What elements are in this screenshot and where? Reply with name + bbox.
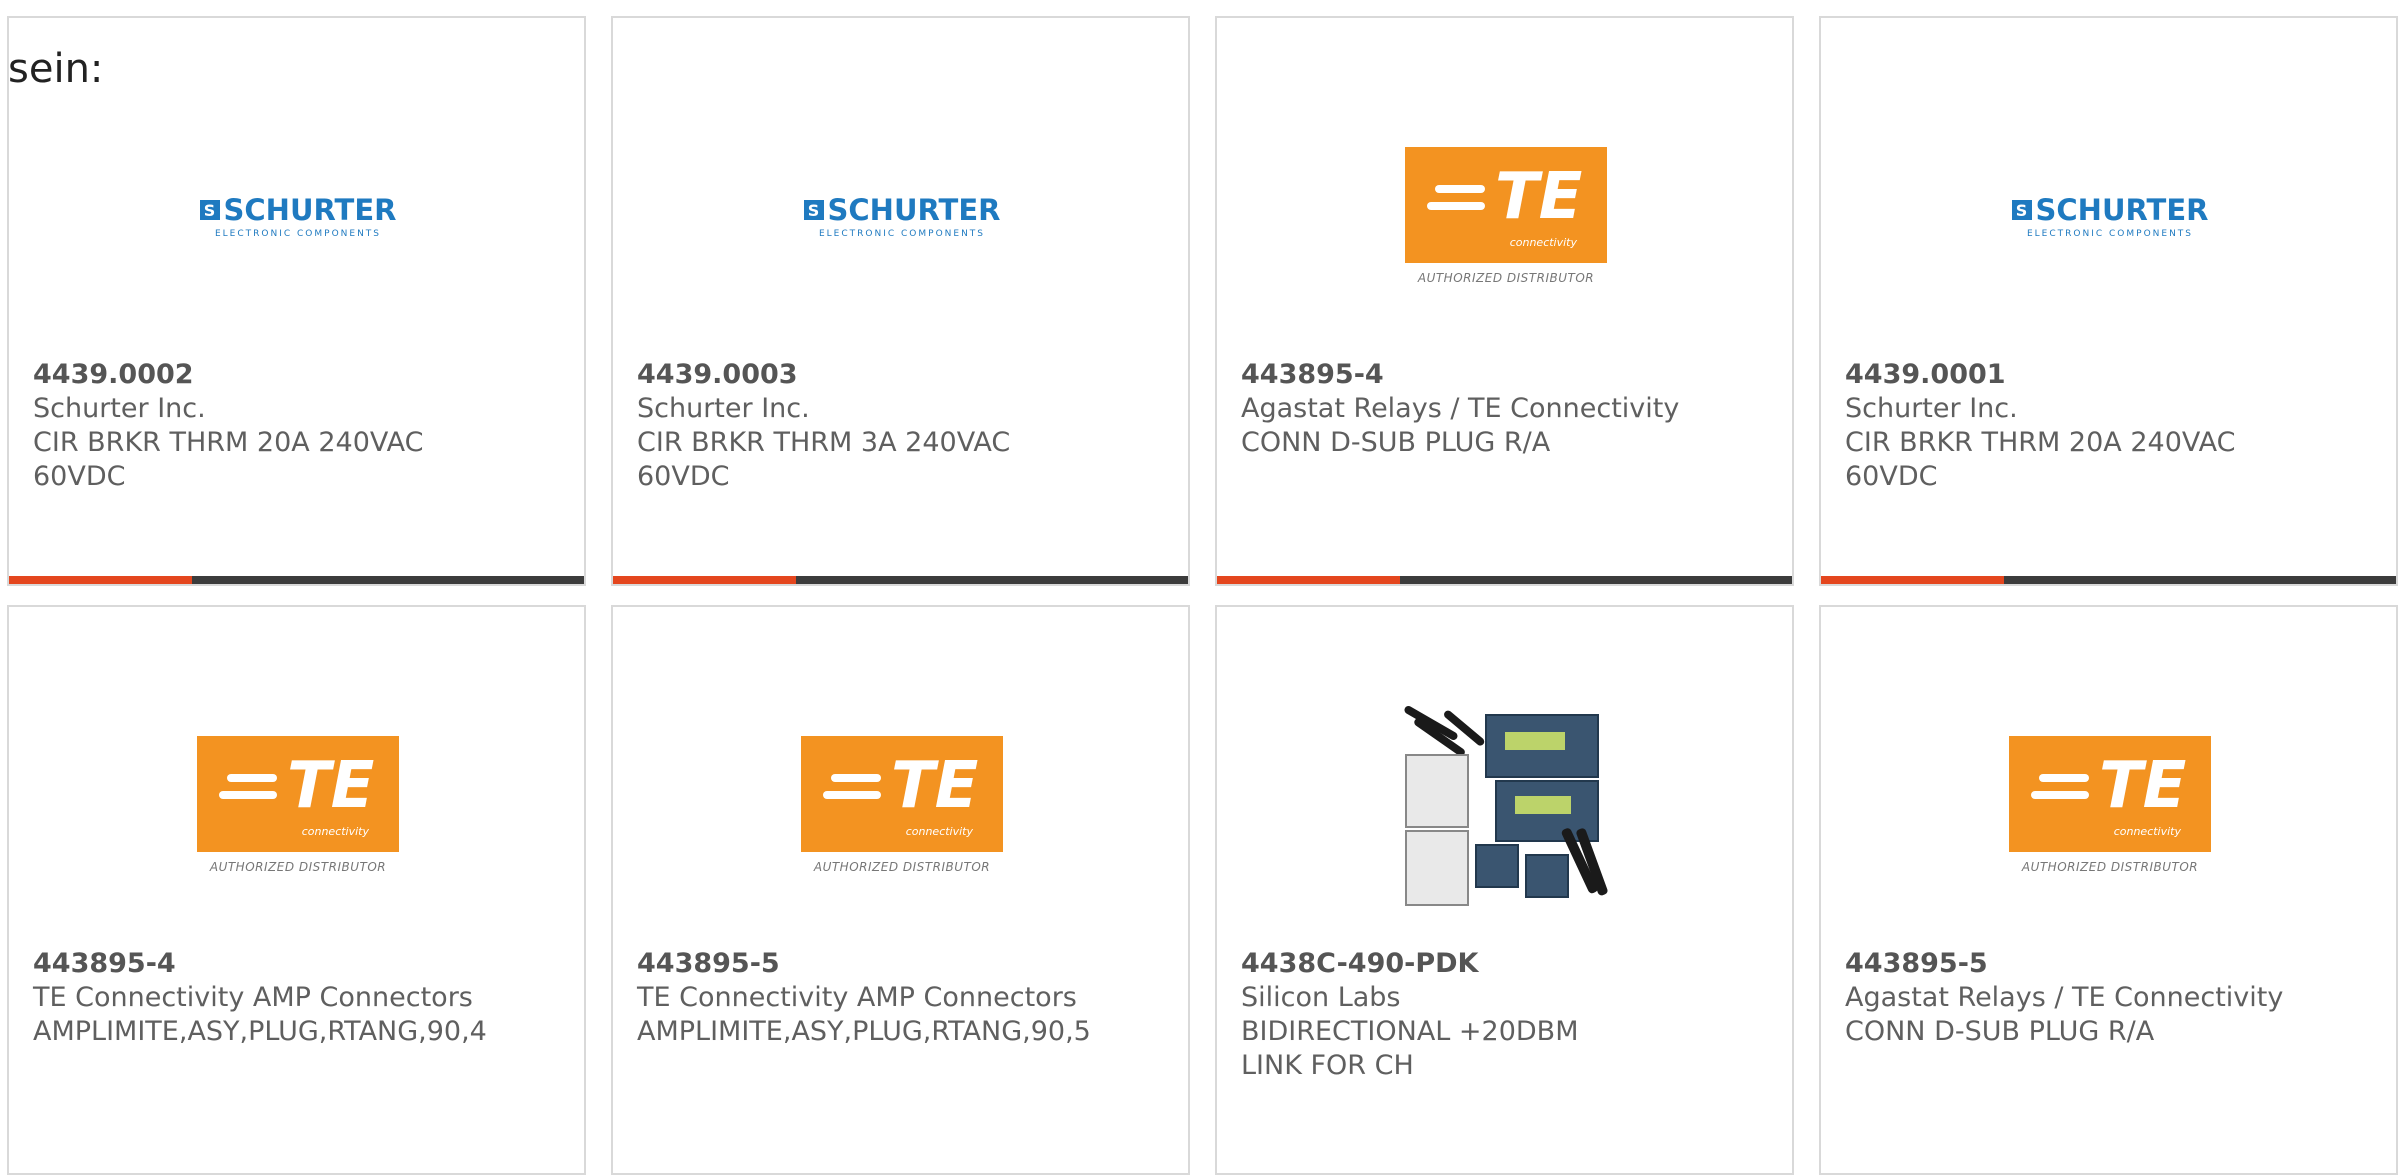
- te-connectivity-logo: TE connectivity AUTHORIZED DISTRIBUTOR: [801, 736, 1003, 874]
- product-card[interactable]: TE connectivity AUTHORIZED DISTRIBUTOR 4…: [7, 605, 586, 1175]
- te-authorized-text: AUTHORIZED DISTRIBUTOR: [813, 860, 991, 874]
- card-bottom-bar: [1821, 576, 2396, 584]
- product-info: 443895-4 TE Connectivity AMP Connectors AM…: [33, 947, 560, 1049]
- schurter-logo: S SCHURTER ELECTRONIC COMPONENTS: [197, 193, 399, 239]
- schurter-subtitle: ELECTRONIC COMPONENTS: [2026, 229, 2194, 239]
- te-connectivity-logo: TE connectivity AUTHORIZED DISTRIBUTOR: [197, 736, 399, 874]
- product-description: BIDIRECTIONAL +20DBM LINK FOR CH: [1241, 1016, 1579, 1081]
- dev-kit-photo: [1403, 704, 1609, 906]
- te-authorized-text: AUTHORIZED DISTRIBUTOR: [2021, 860, 2199, 874]
- manufacturer-name: Schurter Inc.: [33, 393, 206, 424]
- product-grid: S SCHURTER ELECTRONIC COMPONENTS 4439.00…: [7, 16, 2398, 1175]
- schurter-subtitle: ELECTRONIC COMPONENTS: [818, 229, 986, 239]
- manufacturer-name: Schurter Inc.: [637, 393, 810, 424]
- product-info: 4439.0002 Schurter Inc. CIR BRKR THRM 20A …: [33, 358, 560, 494]
- product-info: 443895-4 Agastat Relays / TE Connectivity…: [1241, 358, 1768, 460]
- te-authorized-text: AUTHORIZED DISTRIBUTOR: [209, 860, 387, 874]
- schurter-mark-icon: S: [199, 200, 220, 220]
- manufacturer-name: Agastat Relays / TE Connectivity: [1845, 982, 2284, 1013]
- part-number-link[interactable]: 443895-4: [33, 947, 560, 981]
- product-card[interactable]: S SCHURTER ELECTRONIC COMPONENTS 4439.00…: [611, 16, 1190, 586]
- part-number-link[interactable]: 443895-4: [1241, 358, 1768, 392]
- schurter-subtitle: ELECTRONIC COMPONENTS: [214, 229, 382, 239]
- product-card[interactable]: S SCHURTER ELECTRONIC COMPONENTS 4439.00…: [1819, 16, 2398, 586]
- intro-text: sein:: [8, 46, 104, 92]
- part-number-link[interactable]: 4439.0001: [1845, 358, 2372, 392]
- product-info: 4439.0003 Schurter Inc. CIR BRKR THRM 3A 2…: [637, 358, 1164, 494]
- te-connectivity-text: connectivity: [905, 825, 973, 838]
- product-card[interactable]: 4438C-490-PDK Silicon Labs BIDIRECTIONAL +…: [1215, 605, 1794, 1175]
- part-number-link[interactable]: 4439.0003: [637, 358, 1164, 392]
- te-lines-icon: [1427, 185, 1485, 219]
- te-letters: TE: [1495, 160, 1583, 234]
- product-card[interactable]: S SCHURTER ELECTRONIC COMPONENTS 4439.00…: [7, 16, 586, 586]
- product-description: CIR BRKR THRM 3A 240VAC 60VDC: [637, 427, 1011, 492]
- schurter-mark-icon: S: [803, 200, 824, 220]
- product-info: 4438C-490-PDK Silicon Labs BIDIRECTIONAL +…: [1241, 947, 1768, 1083]
- product-description: CIR BRKR THRM 20A 240VAC 60VDC: [1845, 427, 2236, 492]
- product-thumbnail[interactable]: TE connectivity AUTHORIZED DISTRIBUTOR: [801, 704, 1003, 906]
- schurter-mark-icon: S: [2011, 200, 2032, 220]
- part-number-link[interactable]: 443895-5: [1845, 947, 2372, 981]
- manufacturer-name: TE Connectivity AMP Connectors: [637, 982, 1077, 1013]
- card-bottom-bar: [1217, 576, 1792, 584]
- te-connectivity-text: connectivity: [2113, 825, 2181, 838]
- product-thumbnail[interactable]: TE connectivity AUTHORIZED DISTRIBUTOR: [197, 704, 399, 906]
- te-connectivity-text: connectivity: [1509, 236, 1577, 249]
- schurter-logo: S SCHURTER ELECTRONIC COMPONENTS: [801, 193, 1003, 239]
- te-connectivity-logo: TE connectivity AUTHORIZED DISTRIBUTOR: [2009, 736, 2211, 874]
- manufacturer-name: Silicon Labs: [1241, 982, 1401, 1013]
- product-description: CONN D-SUB PLUG R/A: [1241, 427, 1551, 458]
- te-connectivity-text: connectivity: [301, 825, 369, 838]
- card-bottom-bar: [613, 576, 1188, 584]
- part-number-link[interactable]: 4438C-490-PDK: [1241, 947, 1768, 981]
- manufacturer-name: Schurter Inc.: [1845, 393, 2018, 424]
- te-lines-icon: [219, 774, 277, 808]
- card-accent-bar: [1217, 576, 1400, 584]
- product-card[interactable]: TE connectivity AUTHORIZED DISTRIBUTOR 4…: [1819, 605, 2398, 1175]
- product-card[interactable]: TE connectivity AUTHORIZED DISTRIBUTOR 4…: [611, 605, 1190, 1175]
- te-letters: TE: [2099, 749, 2187, 823]
- schurter-wordmark: SCHURTER: [827, 193, 1001, 227]
- schurter-logo: S SCHURTER ELECTRONIC COMPONENTS: [2009, 193, 2211, 239]
- product-description: AMPLIMITE,ASY,PLUG,RTANG,90,5: [637, 1016, 1091, 1047]
- product-thumbnail[interactable]: S SCHURTER ELECTRONIC COMPONENTS: [197, 115, 399, 317]
- product-thumbnail[interactable]: [1403, 704, 1609, 906]
- product-info: 443895-5 Agastat Relays / TE Connectivity…: [1845, 947, 2372, 1049]
- te-lines-icon: [2031, 774, 2089, 808]
- product-thumbnail[interactable]: TE connectivity AUTHORIZED DISTRIBUTOR: [2009, 704, 2211, 906]
- manufacturer-name: TE Connectivity AMP Connectors: [33, 982, 473, 1013]
- product-info: 443895-5 TE Connectivity AMP Connectors AM…: [637, 947, 1164, 1049]
- schurter-wordmark: SCHURTER: [2035, 193, 2209, 227]
- card-accent-bar: [9, 576, 192, 584]
- te-letters: TE: [891, 749, 979, 823]
- te-letters: TE: [287, 749, 375, 823]
- te-authorized-text: AUTHORIZED DISTRIBUTOR: [1417, 271, 1595, 285]
- product-thumbnail[interactable]: TE connectivity AUTHORIZED DISTRIBUTOR: [1405, 115, 1607, 317]
- product-thumbnail[interactable]: S SCHURTER ELECTRONIC COMPONENTS: [801, 115, 1003, 317]
- te-connectivity-logo: TE connectivity AUTHORIZED DISTRIBUTOR: [1405, 147, 1607, 285]
- product-card[interactable]: TE connectivity AUTHORIZED DISTRIBUTOR 4…: [1215, 16, 1794, 586]
- schurter-wordmark: SCHURTER: [223, 193, 397, 227]
- part-number-link[interactable]: 4439.0002: [33, 358, 560, 392]
- product-description: CONN D-SUB PLUG R/A: [1845, 1016, 2155, 1047]
- product-description: AMPLIMITE,ASY,PLUG,RTANG,90,4: [33, 1016, 487, 1047]
- part-number-link[interactable]: 443895-5: [637, 947, 1164, 981]
- card-accent-bar: [1821, 576, 2004, 584]
- card-accent-bar: [613, 576, 796, 584]
- product-info: 4439.0001 Schurter Inc. CIR BRKR THRM 20A …: [1845, 358, 2372, 494]
- product-description: CIR BRKR THRM 20A 240VAC 60VDC: [33, 427, 424, 492]
- manufacturer-name: Agastat Relays / TE Connectivity: [1241, 393, 1680, 424]
- card-bottom-bar: [9, 576, 584, 584]
- product-thumbnail[interactable]: S SCHURTER ELECTRONIC COMPONENTS: [2009, 115, 2211, 317]
- te-lines-icon: [823, 774, 881, 808]
